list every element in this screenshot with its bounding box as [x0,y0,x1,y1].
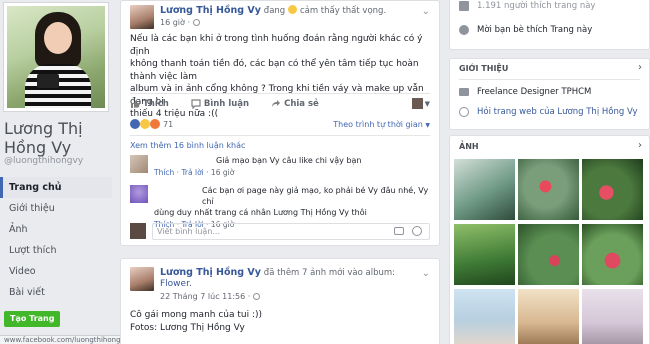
sad-reaction-icon [140,119,150,129]
like-button[interactable]: Thích [130,99,169,109]
nav-item-photos[interactable]: Ảnh [0,219,112,240]
chevron-right-icon[interactable]: › [638,140,642,151]
comment-composer: Viết bình luận... [130,223,430,241]
thumbs-up-icon [131,99,140,108]
share-button[interactable]: Chia sẻ [271,99,319,109]
intro-title: GIỚI THIỆU [459,64,509,73]
view-more-comments-link[interactable]: Xem thêm 16 bình luận khác [130,141,245,150]
comment-input[interactable]: Viết bình luận... [152,223,430,240]
comment-button[interactable]: Bình luận [191,99,249,109]
invite-friends-icon [459,25,469,35]
photo-thumbnail[interactable] [454,224,515,285]
camera-icon[interactable] [394,227,404,235]
post-card: Lương Thị Hồng Vy đã thêm 7 ảnh mới vào … [120,258,440,344]
nav-item-about[interactable]: Giới thiệu [0,198,112,219]
briefcase-icon [459,88,469,96]
post-text: Cô gái mong manh của tui :)) Fotos: Lươn… [130,310,263,333]
post-author-name[interactable]: Lương Thị Hồng Vy [160,5,261,16]
post-action-text: đã thêm 7 ảnh mới vào album: [263,268,396,278]
post-author-avatar[interactable] [130,5,154,29]
commenter-avatar[interactable] [130,185,148,203]
photo-thumbnail[interactable] [518,159,579,220]
profile-picture[interactable] [3,2,109,112]
photo-thumbnail[interactable] [582,224,643,285]
comment-time[interactable]: 16 giờ [211,168,234,177]
likes-card: 1.191 người thích trang này Mời bạn bè t… [449,0,650,50]
comment-icon [191,98,201,109]
comment-item: Giả mạo bạn Vy câu like chi vậy bạn Thíc… [130,155,430,181]
comment-item: Các bạn ơi page này giả mạo, ko phải bé … [130,185,430,229]
feeling-prefix: đang [263,6,286,16]
sticker-icon[interactable] [412,226,422,236]
comment-reply-link[interactable]: Trả lời [181,168,203,177]
reactions-summary[interactable]: 71 [130,119,173,129]
left-column: Lương Thị Hồng Vy @luongthihongvy Trang … [0,0,112,344]
post-actions: Thích Bình luận Chia sẻ ▼ [130,93,430,113]
post-as-selector[interactable]: ▼ [411,98,430,109]
nav-item-home[interactable]: Trang chủ [0,177,112,198]
post-author-name[interactable]: Lương Thị Hồng Vy [160,267,261,278]
page-avatar-small [411,98,423,109]
thumbs-up-icon [459,1,469,11]
sad-emoji-icon [288,5,298,14]
nav-item-likes[interactable]: Lượt thích [0,240,112,261]
photos-title[interactable]: ẢNH [459,142,479,151]
globe-icon [459,107,469,117]
intro-job: Freelance Designer TPHCM [477,87,592,97]
comment-like-link[interactable]: Thích [154,168,174,177]
share-icon [272,99,281,107]
post-options-icon[interactable]: ⌄ [422,6,430,17]
globe-icon [192,19,200,26]
invite-friends-link[interactable]: Mời bạn bè thích Trang này [477,25,592,35]
photos-card: ẢNH › [449,135,650,344]
feeling-text: cảm thấy thất vọng. [299,6,387,16]
photo-thumbnail[interactable] [582,289,643,344]
globe-icon [252,293,260,300]
photo-thumbnail[interactable] [582,159,643,220]
post-card: Lương Thị Hồng Vy đang cảm thấy thất vọn… [120,0,440,246]
photo-thumbnail[interactable] [454,289,515,344]
angry-reaction-icon [150,119,160,129]
photo-thumbnail[interactable] [518,289,579,344]
comment-text: Giả mạo bạn Vy câu like chi vậy bạn [216,156,362,165]
create-page-button[interactable]: Tạo Trang [4,311,61,327]
photo-thumbnail[interactable] [518,224,579,285]
post-author-avatar[interactable] [130,267,154,291]
post-options-icon[interactable]: ⌄ [422,268,430,279]
album-link[interactable]: Flower. [160,279,192,289]
page-nav: Trang chủ Giới thiệu Ảnh Lượt thích Vide… [0,177,112,303]
dropdown-arrow-icon: ▼ [424,99,430,108]
website-link[interactable]: Hỏi trang web của Lương Thị Hồng Vy [477,107,638,117]
post-timestamp[interactable]: 16 giờ · [160,18,200,27]
post-timestamp[interactable]: 22 Tháng 7 lúc 11:56 · [160,292,260,301]
comment-sort-dropdown[interactable]: Theo trình tự thời gian ▼ [333,120,430,129]
composer-avatar [130,223,146,239]
page-handle[interactable]: @luongthihongvy [4,156,83,166]
page-name[interactable]: Lương Thị Hồng Vy [4,119,112,157]
nav-item-posts[interactable]: Bài viết [0,282,112,303]
intro-card: GIỚI THIỆU › Freelance Designer TPHCM Hỏ… [449,58,650,130]
nav-item-videos[interactable]: Video [0,261,112,282]
likes-count-text[interactable]: 1.191 người thích trang này [477,1,595,11]
like-reaction-icon [130,119,140,129]
comment-text: Các bạn ơi page này giả mạo, ko phải bé … [202,186,429,206]
photo-thumbnail[interactable] [454,159,515,220]
comment-text-cont: dùng duy nhất trang cá nhân Lương Thị Hồ… [154,208,367,217]
commenter-avatar[interactable] [130,155,148,173]
chevron-right-icon[interactable]: › [638,62,642,73]
